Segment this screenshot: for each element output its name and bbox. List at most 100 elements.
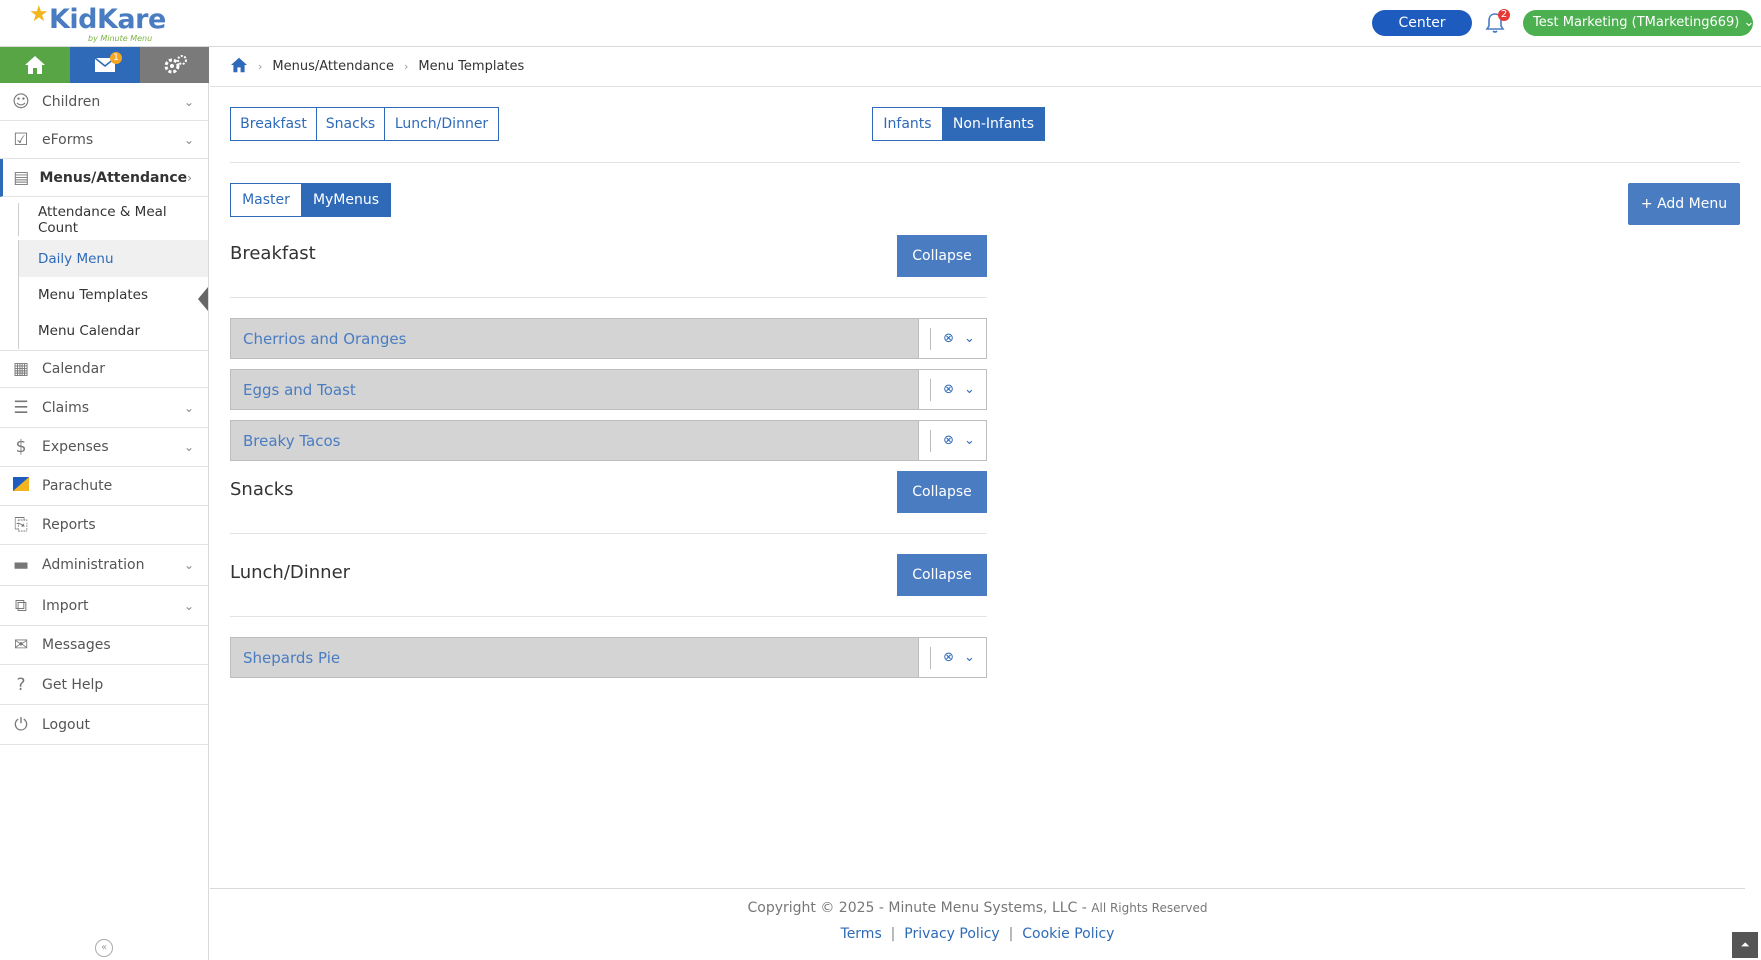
sidebar-item-label: Logout	[42, 716, 90, 733]
sidebar-item-messages[interactable]: ✉ Messages	[0, 626, 208, 665]
sidebar-item-menus-attendance[interactable]: ▤ Menus/Attendance ›	[0, 159, 208, 197]
question-icon: ?	[16, 674, 26, 695]
sidebar-item-administration[interactable]: ▬ Administration ⌄	[0, 545, 208, 586]
claims-icon: ☰	[13, 397, 29, 418]
briefcase-icon: ▬	[12, 555, 30, 575]
sidebar-tabs: 1	[0, 47, 209, 83]
separator: |	[1004, 926, 1018, 942]
age-group-tabs: Infants Non-Infants	[872, 107, 1045, 141]
breadcrumb: › Menus/Attendance › Menu Templates	[210, 47, 1761, 87]
remove-icon[interactable]: ⊗	[943, 650, 954, 665]
sidebar-item-calendar[interactable]: ▦ Calendar	[0, 350, 208, 388]
menu-name[interactable]: Breaky Tacos	[231, 432, 918, 450]
sidebar-item-parachute[interactable]: Parachute	[0, 467, 208, 506]
privacy-policy-link[interactable]: Privacy Policy	[904, 926, 999, 942]
import-icon: ⧉	[14, 595, 28, 616]
sidebar-subitem-daily-menu[interactable]: Daily Menu	[18, 240, 208, 277]
sidebar-subitem-attendance[interactable]: Attendance & Meal Count	[18, 203, 208, 236]
tab-breakfast[interactable]: Breakfast	[230, 107, 317, 141]
home-tab[interactable]	[0, 47, 70, 83]
divider	[230, 616, 987, 617]
star-icon: ★	[29, 2, 49, 27]
kidkare-logo[interactable]: ★ KidKare by Minute Menu	[29, 2, 166, 43]
menu-row[interactable]: Shepards Pie ⊗ ⌄	[230, 637, 987, 678]
menu-name[interactable]: Eggs and Toast	[231, 381, 918, 399]
collapse-snacks-button[interactable]: Collapse	[897, 471, 987, 513]
sidebar-item-claims[interactable]: ☰ Claims ⌄	[0, 388, 208, 428]
divider	[930, 327, 932, 350]
subitem-label: Menu Calendar	[38, 323, 141, 339]
remove-icon[interactable]: ⊗	[943, 433, 954, 448]
tab-non-infants[interactable]: Non-Infants	[942, 107, 1045, 141]
cookie-policy-link[interactable]: Cookie Policy	[1022, 926, 1114, 942]
user-menu-button[interactable]: Test Marketing (TMarketing669) ⌄	[1523, 10, 1754, 36]
sidebar-item-get-help[interactable]: ? Get Help	[0, 665, 208, 705]
center-button[interactable]: Center	[1372, 10, 1472, 36]
chevron-down-icon[interactable]: ⌄	[964, 382, 975, 397]
chevron-down-icon: ⌄	[184, 400, 195, 415]
footer: Copyright © 2025 - Minute Menu Systems, …	[210, 888, 1745, 960]
sidebar-item-import[interactable]: ⧉ Import ⌄	[0, 586, 208, 626]
rights-text: All Rights Reserved	[1091, 901, 1208, 915]
pdf-file-icon: ⎘	[14, 515, 28, 535]
add-menu-button[interactable]: + Add Menu	[1628, 183, 1740, 225]
breadcrumb-parent[interactable]: Menus/Attendance	[272, 59, 394, 74]
sidebar-item-eforms[interactable]: ☑ eForms ⌄	[0, 121, 208, 159]
menu-row-controls: ⊗ ⌄	[918, 421, 986, 460]
menu-source-tabs: Master MyMenus	[230, 183, 391, 217]
subitem-label: Attendance & Meal Count	[38, 203, 167, 236]
sidebar-item-logout[interactable]: ⏻ Logout	[0, 705, 208, 745]
dollar-icon: $	[15, 437, 27, 457]
tab-snacks[interactable]: Snacks	[316, 107, 385, 141]
sidebar-item-expenses[interactable]: $ Expenses ⌄	[0, 428, 208, 467]
menu-name[interactable]: Cherrios and Oranges	[231, 330, 918, 348]
menu-name[interactable]: Shepards Pie	[231, 649, 918, 667]
terms-link[interactable]: Terms	[841, 926, 882, 942]
user-label: Test Marketing (TMarketing669)	[1533, 15, 1740, 30]
chevron-right-icon: ›	[403, 60, 409, 73]
calendar-icon: ▦	[12, 359, 30, 379]
messages-tab[interactable]: 1	[70, 47, 140, 83]
tab-mymenus[interactable]: MyMenus	[301, 183, 391, 217]
sidebar-item-label: Parachute	[42, 478, 113, 494]
menu-row[interactable]: Breaky Tacos ⊗ ⌄	[230, 420, 987, 461]
menu-row-controls: ⊗ ⌄	[918, 370, 986, 409]
gears-icon	[164, 55, 187, 74]
chevron-down-icon[interactable]: ⌄	[964, 433, 975, 448]
copyright: Copyright © 2025 - Minute Menu Systems, …	[210, 900, 1745, 916]
home-icon[interactable]	[230, 57, 248, 77]
divider	[230, 162, 1740, 163]
menu-row[interactable]: Eggs and Toast ⊗ ⌄	[230, 369, 987, 410]
section-title-breakfast: Breakfast	[230, 243, 316, 264]
tab-master[interactable]: Master	[230, 183, 302, 217]
sidebar-item-reports[interactable]: ⎘ Reports	[0, 506, 208, 545]
remove-icon[interactable]: ⊗	[943, 382, 954, 397]
sidebar-item-label: Calendar	[42, 361, 105, 377]
sidebar-item-label: Import	[42, 597, 89, 614]
clipboard-icon: ▤	[13, 167, 30, 188]
power-icon: ⏻	[14, 714, 28, 735]
chevron-down-icon[interactable]: ⌄	[964, 650, 975, 665]
sidebar-item-children[interactable]: ☺ Children ⌄	[0, 83, 208, 121]
collapse-sidebar-button[interactable]: «	[95, 939, 113, 957]
tab-lunch-dinner[interactable]: Lunch/Dinner	[384, 107, 499, 141]
subitem-label: Menu Templates	[38, 287, 148, 303]
notifications-button[interactable]: 2	[1483, 9, 1510, 36]
sidebar-subitem-menu-calendar[interactable]: Menu Calendar	[18, 313, 208, 349]
sidebar-item-label: Claims	[42, 399, 90, 416]
child-face-icon: ☺	[12, 91, 30, 112]
collapse-lunch-dinner-button[interactable]: Collapse	[897, 554, 987, 596]
menu-row[interactable]: Cherrios and Oranges ⊗ ⌄	[230, 318, 987, 359]
sidebar-subitem-menu-templates[interactable]: Menu Templates	[18, 277, 208, 313]
scroll-to-top-button[interactable]: ⏶	[1732, 932, 1758, 958]
tab-infants[interactable]: Infants	[872, 107, 943, 141]
settings-tab[interactable]	[140, 47, 209, 83]
notification-badge: 2	[1498, 9, 1510, 21]
chevron-down-icon: ⌄	[184, 132, 195, 147]
sidebar-item-label: Menus/Attendance	[39, 169, 188, 186]
collapse-breakfast-button[interactable]: Collapse	[897, 235, 987, 277]
chevron-right-icon: ›	[258, 60, 263, 73]
remove-icon[interactable]: ⊗	[943, 331, 954, 346]
menu-row-controls: ⊗ ⌄	[918, 638, 986, 677]
chevron-down-icon[interactable]: ⌄	[964, 331, 975, 346]
